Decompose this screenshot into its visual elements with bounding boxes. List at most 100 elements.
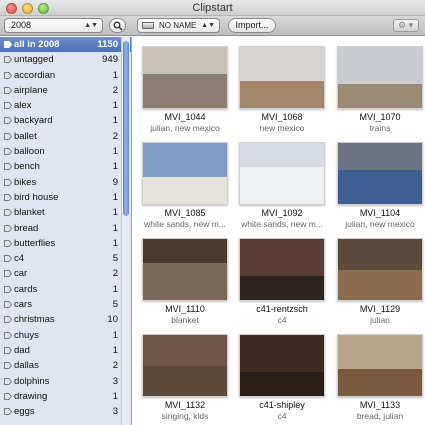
import-button[interactable]: Import... (228, 18, 276, 33)
clip-name: MVI_1129 (359, 304, 401, 314)
sidebar-item-tag[interactable]: airplane 2 (0, 83, 131, 98)
clip-tags: blanket (171, 315, 199, 325)
sidebar-item-tag[interactable]: backyard 1 (0, 113, 131, 128)
tag-sidebar: all in 2008 1150 untagged 949 accordian 1 airp… (0, 37, 132, 425)
clip-item[interactable]: MVI_1132 singing, kids (142, 334, 228, 425)
sidebar-item-tag[interactable]: eggs 3 (0, 404, 131, 419)
sidebar-item-count: 1 (112, 100, 118, 112)
sidebar-item-tag[interactable]: dolphins 3 (0, 374, 131, 389)
search-button[interactable] (109, 18, 126, 33)
thumbnail-background (338, 335, 422, 369)
clip-tags: bread, julian (356, 411, 404, 421)
close-window-icon[interactable] (6, 3, 17, 14)
sidebar-item-count: 1 (112, 146, 118, 158)
sidebar-item-tag[interactable]: balloon 1 (0, 144, 131, 159)
clip-tags: c4 (277, 315, 287, 325)
sidebar-item-all[interactable]: all in 2008 1150 (0, 37, 131, 53)
sidebar-item-tag[interactable]: alex 1 (0, 98, 131, 113)
clip-item[interactable]: MVI_1110 blanket (142, 238, 228, 330)
clip-thumbnail[interactable] (239, 142, 325, 205)
sidebar-item-count: 1150 (97, 39, 118, 50)
clip-thumbnail[interactable] (239, 238, 325, 301)
sidebar-item-tag[interactable]: butterflies 1 (0, 236, 131, 251)
sidebar-item-tag[interactable]: drawing 1 (0, 389, 131, 404)
tag-icon (4, 102, 12, 110)
sidebar-item-tag[interactable]: untagged 949 (0, 52, 131, 67)
clip-item[interactable]: MVI_1104 julian, new mexico (337, 142, 423, 234)
sidebar-item-tag[interactable]: christmas 10 (0, 312, 131, 327)
volume-select[interactable]: NO NAME ▲▼ (137, 18, 220, 33)
clip-item[interactable]: MVI_1133 bread, julian (337, 334, 423, 425)
clip-thumbnail[interactable] (337, 238, 423, 301)
sidebar-item-tag[interactable]: car 2 (0, 266, 131, 281)
clip-item[interactable]: MVI_1129 julian (337, 238, 423, 330)
clip-item[interactable]: MVI_1092 white sands, new m... (239, 142, 325, 234)
thumbnail-background (143, 239, 227, 264)
sidebar-item-tag[interactable]: bird house 1 (0, 190, 131, 205)
tag-icon (4, 224, 12, 232)
clip-thumbnail[interactable] (337, 142, 423, 205)
sidebar-item-tag[interactable]: bikes 9 (0, 175, 131, 190)
clip-item[interactable]: c41-rentzsch c4 (239, 238, 325, 330)
minimize-window-icon[interactable] (22, 3, 33, 14)
thumbnail-foreground (338, 368, 422, 396)
sidebar-item-count: 2 (112, 84, 118, 96)
clip-name: c41-shipley (259, 400, 305, 410)
sidebar-item-tag[interactable]: cards 1 (0, 282, 131, 297)
tag-icon (4, 148, 12, 156)
year-select-value: 2008 (11, 20, 32, 30)
clip-tags: white sands, new m... (241, 219, 323, 229)
sidebar-item-tag[interactable]: dad 1 (0, 343, 131, 358)
sidebar-item-tag[interactable]: c4 5 (0, 251, 131, 266)
zoom-window-icon[interactable] (38, 3, 49, 14)
tag-icon (4, 392, 12, 400)
clip-tags: julian, new mexico (150, 123, 220, 133)
clip-thumbnail[interactable] (337, 46, 423, 109)
sidebar-item-label: balloon (14, 146, 45, 158)
sidebar-item-tag[interactable]: dallas 2 (0, 358, 131, 373)
tag-icon (4, 132, 12, 140)
clip-name: MVI_1070 (359, 112, 401, 122)
gear-menu-button[interactable]: ⚙ ▾ (393, 19, 419, 32)
clip-item[interactable]: MVI_1085 white sands, new m... (142, 142, 228, 234)
tag-icon (4, 301, 12, 308)
tag-icon (4, 117, 12, 125)
clip-item[interactable]: MVI_1070 trains (337, 46, 423, 138)
clip-thumbnail[interactable] (142, 142, 228, 205)
clip-thumbnail[interactable] (337, 334, 423, 397)
thumbnail-background (338, 143, 422, 171)
sidebar-item-tag[interactable]: accordian 1 (0, 68, 131, 83)
clip-thumbnail[interactable] (239, 46, 325, 109)
sidebar-item-tag[interactable]: cars 5 (0, 297, 131, 312)
thumbnail-background (143, 143, 227, 177)
thumbnail-foreground (338, 170, 422, 204)
sidebar-item-count: 949 (102, 54, 118, 66)
title-bar: Clipstart (0, 0, 425, 16)
sidebar-item-count: 1 (112, 69, 118, 81)
thumbnail-background (338, 239, 422, 270)
clip-item[interactable]: MVI_1044 julian, new mexico (142, 46, 228, 138)
sidebar-item-tag[interactable]: chuys 1 (0, 328, 131, 343)
clip-tags: julian (370, 315, 390, 325)
clip-thumbnail[interactable] (142, 238, 228, 301)
sidebar-scroll-thumb[interactable] (123, 41, 129, 216)
tag-icon (4, 239, 12, 247)
clip-thumbnail[interactable] (142, 334, 228, 397)
clip-thumbnail[interactable] (239, 334, 325, 397)
sidebar-scrollbar[interactable] (121, 37, 130, 425)
sidebar-item-label: ballet (14, 130, 37, 142)
sidebar-item-tag[interactable]: bread 1 (0, 221, 131, 236)
sidebar-item-tag[interactable]: bench 1 (0, 159, 131, 174)
thumbnail-background (240, 239, 324, 276)
clip-thumbnail[interactable] (142, 46, 228, 109)
clip-tags: julian, new mexico (345, 219, 415, 229)
year-select[interactable]: 2008 ▲▼ (4, 18, 103, 33)
sidebar-item-tag[interactable]: ballet 2 (0, 129, 131, 144)
clip-tags: white sands, new m... (144, 219, 226, 229)
clip-item[interactable]: c41-shipley c4 (239, 334, 325, 425)
tag-icon (4, 209, 12, 217)
clip-name: MVI_1110 (165, 304, 205, 314)
clip-item[interactable]: MVI_1068 new mexico (239, 46, 325, 138)
sidebar-item-tag[interactable]: blanket 1 (0, 205, 131, 220)
tag-icon (4, 178, 12, 186)
